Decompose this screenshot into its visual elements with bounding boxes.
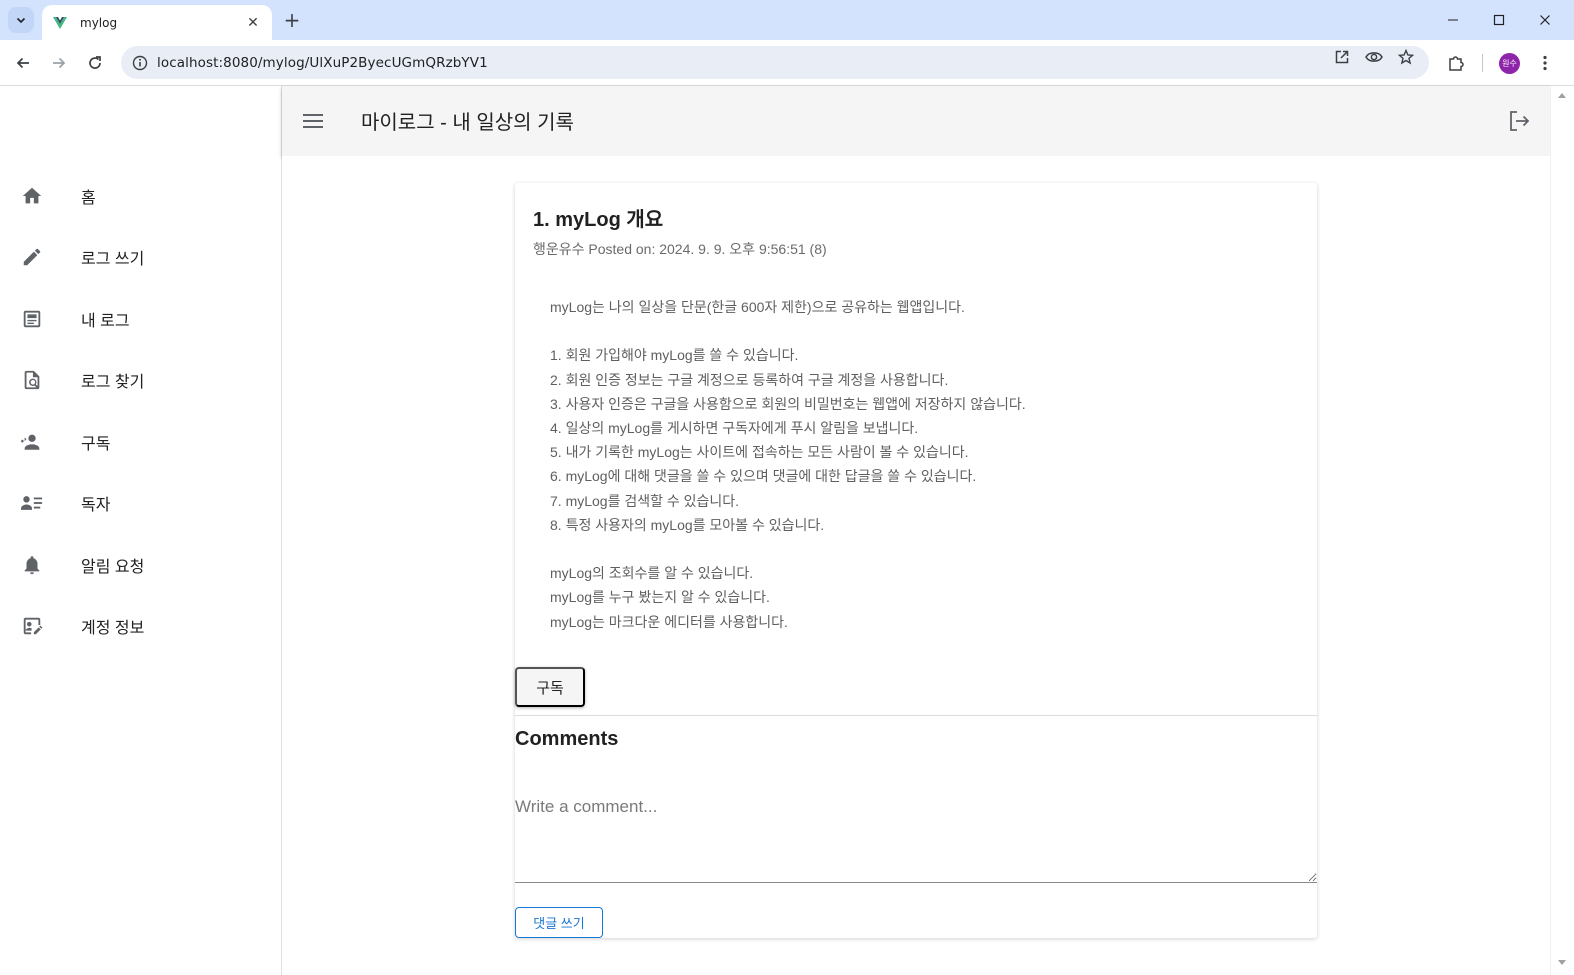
- maximize-icon: [1493, 14, 1505, 26]
- reload-button[interactable]: [81, 49, 109, 77]
- sidebar: 홈 로그 쓰기 내 로그 로그 찾기 구독 독자 알림 요청 계정 정보: [0, 86, 282, 975]
- new-tab-button[interactable]: +: [281, 8, 303, 32]
- browser-tabstrip: mylog ✕ +: [0, 0, 1574, 40]
- sidebar-item-find-log[interactable]: 로그 찾기: [0, 355, 282, 405]
- divider: [515, 715, 1317, 716]
- post-body-line: 5. 내가 기록한 myLog는 사이트에 접속하는 모든 사람이 볼 수 있습…: [550, 444, 969, 461]
- post-meta: 행운유수 Posted on: 2024. 9. 9. 오후 9:56:51 (…: [533, 241, 827, 257]
- sidebar-item-label: 홈: [81, 190, 96, 207]
- site-info-icon[interactable]: [131, 54, 149, 72]
- toolbar-separator: [1482, 54, 1483, 72]
- app-title: 마이로그 - 내 일상의 기록: [361, 112, 574, 134]
- edit-account-icon: [20, 614, 44, 638]
- puzzle-icon: [1449, 56, 1464, 71]
- post-body-line: 2. 회원 인증 정보는 구글 계정으로 등록하여 구글 계정을 사용합니다.: [550, 371, 949, 388]
- post-body-line: myLog는 나의 일상을 단문(한글 600자 제한)으로 공유하는 웹앱입니…: [550, 299, 965, 315]
- pencil-icon: [20, 245, 44, 269]
- address-bar[interactable]: localhost:8080/mylog/UlXuP2ByecUGmQRzbYV…: [121, 46, 1429, 79]
- tab-title: mylog: [80, 15, 118, 30]
- reader-list-icon: [20, 491, 44, 515]
- tab-search-button[interactable]: [8, 7, 34, 33]
- sidebar-item-label: 내 로그: [81, 313, 130, 330]
- sidebar-item-subscribe[interactable]: 구독: [0, 417, 282, 467]
- sidebar-item-label: 구독: [81, 436, 111, 453]
- hamburger-icon: [303, 114, 323, 128]
- sidebar-item-label: 계정 정보: [81, 620, 145, 637]
- reload-icon: [89, 56, 101, 69]
- comments-title: Comments: [515, 728, 619, 750]
- eye-icon: [1365, 52, 1383, 62]
- post-body-line: myLog는 마크다운 에디터를 사용합니다.: [550, 613, 788, 630]
- close-window-button[interactable]: [1522, 0, 1568, 40]
- menu-button[interactable]: [300, 108, 326, 134]
- post-title: 1. myLog 개요: [533, 209, 664, 231]
- submit-comment-button[interactable]: 댓글 쓰기: [515, 907, 603, 938]
- open-in-app-button[interactable]: [1331, 48, 1353, 66]
- post-body-blank-line: [550, 537, 1290, 561]
- sidebar-item-write-log[interactable]: 로그 쓰기: [0, 232, 282, 282]
- page: 홈 로그 쓰기 내 로그 로그 찾기 구독 독자 알림 요청 계정 정보 마이로…: [0, 86, 1574, 975]
- post-body-line: myLog를 누구 봤는지 알 수 있습니다.: [550, 589, 770, 606]
- more-vert-icon: [1543, 55, 1547, 71]
- browser-toolbar: localhost:8080/mylog/UlXuP2ByecUGmQRzbYV…: [0, 40, 1574, 86]
- open-external-icon: [1335, 50, 1349, 64]
- post-body-line: 7. myLog를 검색할 수 있습니다.: [550, 492, 740, 509]
- post-body-line: 3. 사용자 인증은 구글을 사용함으로 회원의 비밀번호는 웹앱에 저장하지 …: [550, 395, 1026, 412]
- close-tab-icon[interactable]: ✕: [244, 14, 262, 32]
- post-body-line: 4. 일상의 myLog를 게시하면 구독자에게 푸시 알림을 보냅니다.: [550, 420, 919, 436]
- chevron-down-icon: [16, 17, 26, 24]
- minimize-button[interactable]: [1430, 0, 1476, 40]
- sidebar-item-label: 로그 찾기: [81, 374, 145, 391]
- address-bar-url: localhost:8080/mylog/UlXuP2ByecUGmQRzbYV…: [157, 54, 488, 71]
- bookmark-button[interactable]: [1395, 48, 1417, 66]
- vue-logo-icon: [53, 16, 67, 29]
- arrow-forward-icon: [53, 57, 66, 69]
- post-body: myLog는 나의 일상을 단문(한글 600자 제한)으로 공유하는 웹앱입니…: [550, 295, 1290, 634]
- sidebar-item-home[interactable]: 홈: [0, 171, 282, 221]
- comment-input[interactable]: [515, 793, 1317, 883]
- bell-icon: [20, 553, 44, 577]
- sidebar-item-my-log[interactable]: 내 로그: [0, 294, 282, 344]
- sidebar-item-label: 독자: [81, 497, 111, 514]
- profile-avatar[interactable]: 원수: [1499, 53, 1520, 74]
- star-icon: [1398, 49, 1414, 65]
- reading-view-button[interactable]: [1363, 48, 1385, 66]
- subscribers-icon: [20, 430, 44, 454]
- home-icon: [20, 184, 44, 208]
- forward-button[interactable]: [45, 49, 73, 77]
- logout-button[interactable]: [1506, 108, 1532, 134]
- main-content: 1. myLog 개요 행운유수 Posted on: 2024. 9. 9. …: [282, 156, 1550, 975]
- back-button[interactable]: [9, 49, 37, 77]
- post-body-line: 1. 회원 가입해야 myLog를 쓸 수 있습니다.: [550, 347, 799, 364]
- browser-tab-active[interactable]: mylog ✕: [42, 5, 272, 40]
- close-icon: [1540, 15, 1550, 25]
- arrow-back-icon: [16, 57, 29, 69]
- extensions-button[interactable]: [1445, 52, 1467, 74]
- post-body-line: myLog의 조회수를 알 수 있습니다.: [550, 565, 754, 582]
- post-body-line: 8. 특정 사용자의 myLog를 모아볼 수 있습니다.: [550, 516, 825, 533]
- find-in-page-icon: [20, 368, 44, 392]
- article-icon: [20, 307, 44, 331]
- sidebar-item-notification-request[interactable]: 알림 요청: [0, 540, 282, 590]
- post-card: 1. myLog 개요 행운유수 Posted on: 2024. 9. 9. …: [515, 183, 1317, 938]
- scroll-down-arrow-icon[interactable]: [1555, 958, 1569, 968]
- sidebar-item-readers[interactable]: 독자: [0, 478, 282, 528]
- app-bar: 마이로그 - 내 일상의 기록: [282, 86, 1550, 156]
- logout-icon: [1510, 111, 1530, 131]
- scroll-up-arrow-icon[interactable]: [1555, 90, 1569, 100]
- sidebar-item-label: 알림 요청: [81, 559, 145, 576]
- subscribe-button[interactable]: 구독: [515, 667, 585, 707]
- sidebar-item-label: 로그 쓰기: [81, 251, 145, 268]
- sidebar-item-account-info[interactable]: 계정 정보: [0, 601, 282, 651]
- minimize-icon: [1448, 19, 1458, 21]
- maximize-button[interactable]: [1476, 0, 1522, 40]
- page-scrollbar[interactable]: [1550, 86, 1574, 975]
- post-body-line: 6. myLog에 대해 댓글을 쓸 수 있으며 댓글에 대한 답글을 쓸 수 …: [550, 468, 977, 485]
- post-body-blank-line: [550, 319, 1290, 343]
- browser-menu-button[interactable]: [1534, 52, 1556, 74]
